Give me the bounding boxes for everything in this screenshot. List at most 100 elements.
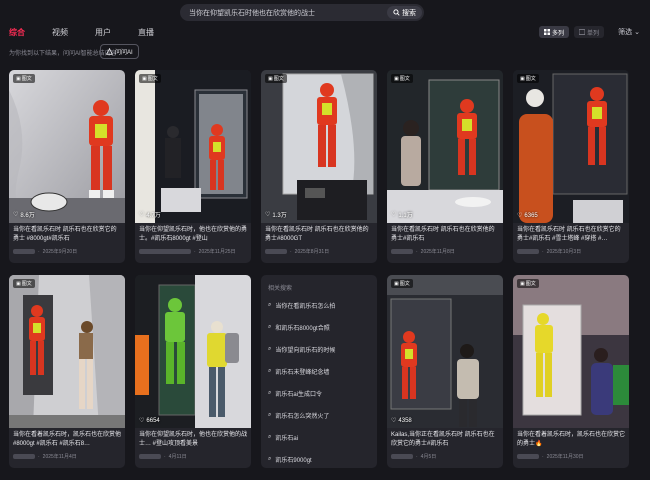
related-search-item[interactable]: ⌕ 和凯乐石8000gt合照: [268, 323, 370, 332]
image-post-tag: ▣ 图文: [265, 74, 287, 83]
multi-column-button[interactable]: 多列: [538, 26, 569, 38]
grid-icon: [543, 29, 550, 35]
heart-icon: ♡: [517, 213, 523, 219]
result-card[interactable]: ▣ 图文 ♡ 1.3万 当你在看凯乐石时 凯乐石也在欣赏他的勇士#8000GT · 2…: [261, 70, 377, 263]
card-title[interactable]: 当你在看着凯乐石时，凯乐石也在欣赏它的勇士🔥: [513, 428, 629, 451]
search-input[interactable]: [180, 4, 387, 21]
likes-value: 1.3万: [272, 213, 287, 219]
related-search-label: 当你望向凯乐石的时候: [275, 348, 336, 354]
filter-tabs: 综合 视频 用户 直播: [9, 27, 181, 38]
single-column-button[interactable]: 单列: [573, 26, 604, 38]
card-title[interactable]: Kailas,当你正在看凯乐石时 凯乐石也在欣赏它的勇士#凯乐石: [387, 428, 503, 451]
tab-all[interactable]: 综合: [9, 27, 25, 38]
heart-icon: ♡: [139, 418, 145, 424]
image-icon: ▣: [16, 75, 21, 82]
card-thumbnail[interactable]: ▣ 图文 ♡ 6365: [513, 70, 629, 223]
list-icon: [578, 29, 585, 35]
search-icon: ⌕: [268, 368, 272, 374]
post-date: 4月11日: [168, 454, 187, 460]
result-card[interactable]: ▣ 图文 ♡ 6365 当你在看凯乐石时 凯乐石也在欣赏它的勇士#凯乐石 #雪士塔峰…: [513, 70, 629, 263]
image-post-tag: ▣ 图文: [13, 279, 35, 288]
card-title[interactable]: 当你在看着凯乐石时，凯乐石也在欣赏他 #8000gt #凯乐石 #凯乐石8…: [9, 428, 125, 451]
post-date: 2025年11月4日: [42, 454, 77, 460]
author-avatar[interactable]: [139, 249, 191, 254]
author-avatar[interactable]: [13, 249, 35, 254]
tab-video[interactable]: 视频: [52, 27, 68, 38]
result-card[interactable]: ▣ 图文 ♡ 4358 Kailas,当你正在看凯乐石时 凯乐石也在欣赏它的勇士#凯…: [387, 275, 503, 468]
card-title[interactable]: 当你在看凯乐石时 凯乐石也在欣赏它的勇士#凯乐石 #雪士塔峰 #穿搭 #…: [513, 223, 629, 246]
related-search-item[interactable]: ⌕ 凯乐石9000gt: [268, 455, 370, 464]
card-title[interactable]: 当你在看凯乐石时 凯乐石也在欣赏他的勇士#凯乐石: [387, 223, 503, 246]
post-date: 2025年10月3日: [546, 249, 582, 255]
likes-value: 4358: [398, 417, 412, 424]
related-search-item[interactable]: ⌕ 凯乐石未登峰纪念墙: [268, 367, 370, 376]
likes-value: 1.1万: [398, 213, 413, 219]
card-thumbnail[interactable]: ▣ 图文 ♡ 4358: [387, 275, 503, 428]
post-date: 2025年8月31日: [294, 249, 330, 255]
author-avatar[interactable]: [139, 454, 161, 459]
tab-live[interactable]: 直播: [138, 27, 154, 38]
author-avatar[interactable]: [517, 249, 539, 254]
author-avatar[interactable]: [391, 454, 413, 459]
card-thumbnail[interactable]: ▣ 图文 ♡ 8.6万: [9, 70, 125, 223]
filter-button[interactable]: 筛选 ⌄: [618, 27, 640, 37]
result-card[interactable]: ▣ 图文 ♡ 4.7万 当你在仰望凯乐石时，他也在欣赏他的勇士。#凯乐石8000gt…: [135, 70, 251, 263]
card-meta: · 2025年10月3日: [513, 246, 629, 257]
tab-user[interactable]: 用户: [95, 27, 111, 38]
result-card[interactable]: ▣ 图文 ♡ 8.6万 当你在看凯乐石时 凯乐石也在欣赏它的勇士 #8000gt#凯…: [9, 70, 125, 263]
image-post-tag: ▣ 图文: [391, 74, 413, 83]
like-count: ♡ 4.7万: [139, 210, 161, 219]
card-thumbnail[interactable]: ♡ 6654: [135, 275, 251, 428]
search-icon: ⌕: [268, 324, 272, 330]
heart-icon: ♡: [139, 212, 145, 218]
card-thumbnail[interactable]: ▣ 图文 ♡ 1.1万: [387, 70, 503, 223]
card-title[interactable]: 当你在看凯乐石时 凯乐石也在欣赏它的勇士 #8000gt#凯乐石: [9, 223, 125, 246]
result-card[interactable]: ▣ 图文 当你在看着凯乐石时，凯乐石也在欣赏他 #8000gt #凯乐石 #凯乐石…: [9, 275, 125, 468]
related-search-label: 凯乐石9000gt: [275, 458, 312, 464]
single-column-label: 单列: [586, 30, 599, 37]
tag-label: 图文: [399, 76, 410, 82]
search-icon: [393, 9, 400, 16]
related-searches-panel: 相关搜索 ⌕ 当你在看凯乐石怎么拍 ⌕ 和凯乐石8000gt合照 ⌕ 当你望向凯乐石的…: [261, 275, 377, 468]
author-avatar[interactable]: [13, 454, 35, 459]
like-count: ♡ 4358: [391, 417, 412, 425]
related-search-item[interactable]: ⌕ 凯乐石ai生成口令: [268, 389, 370, 398]
card-title[interactable]: 当你在仰望凯乐石时，他也在欣赏他的战士… #登山攻顶看美景: [135, 428, 251, 451]
heart-icon: ♡: [391, 212, 397, 218]
tag-label: 图文: [147, 76, 158, 82]
related-search-item[interactable]: ⌕ 凯乐石ai: [268, 433, 370, 442]
post-date: 2025年11月25日: [198, 249, 236, 255]
related-search-item[interactable]: ⌕ 当你望向凯乐石的时候: [268, 345, 370, 354]
card-thumbnail[interactable]: ▣ 图文 ♡ 4.7万: [135, 70, 251, 223]
card-thumbnail[interactable]: ▣ 图文 ♡ 1.3万: [261, 70, 377, 223]
related-search-item[interactable]: ⌕ 当你在看凯乐石怎么拍: [268, 301, 370, 310]
card-meta: · 2025年11月4日: [9, 451, 125, 462]
ai-icon: [106, 48, 113, 55]
image-post-tag: ▣ 图文: [517, 279, 539, 288]
result-card[interactable]: ▣ 图文 ♡ 1.1万 当你在看凯乐石时 凯乐石也在欣赏他的勇士#凯乐石 · 2025…: [387, 70, 503, 263]
author-avatar[interactable]: [517, 454, 539, 459]
card-title[interactable]: 当你在仰望凯乐石时，他也在欣赏他的勇士。#凯乐石8000gt #登山: [135, 223, 251, 246]
tag-label: 图文: [273, 76, 284, 82]
card-meta: · 2025年9月20日: [9, 246, 125, 257]
card-thumbnail[interactable]: ▣ 图文: [513, 275, 629, 428]
card-thumbnail[interactable]: ▣ 图文: [9, 275, 125, 428]
chevron-down-icon: ⌄: [634, 29, 640, 36]
post-date: 2025年11月8日: [420, 249, 455, 255]
likes-value: 6654: [146, 417, 160, 424]
author-avatar[interactable]: [391, 249, 413, 254]
author-avatar[interactable]: [265, 249, 287, 254]
post-date: 4月5日: [420, 454, 437, 460]
result-card[interactable]: ▣ 图文 当你在看着凯乐石时，凯乐石也在欣赏它的勇士🔥 · 2025年11月30日: [513, 275, 629, 468]
tag-label: 图文: [21, 281, 32, 287]
results-grid: ▣ 图文 ♡ 8.6万 当你在看凯乐石时 凯乐石也在欣赏它的勇士 #8000gt#凯…: [9, 70, 633, 468]
card-title[interactable]: 当你在看凯乐石时 凯乐石也在欣赏他的勇士#8000GT: [261, 223, 377, 246]
like-count: ♡ 8.6万: [13, 210, 35, 219]
related-search-label: 凯乐石怎么突然火了: [275, 414, 330, 420]
search-button[interactable]: 搜索: [387, 6, 422, 19]
related-search-item[interactable]: ⌕ 凯乐石怎么突然火了: [268, 411, 370, 420]
result-card[interactable]: ♡ 6654 当你在仰望凯乐石时，他也在欣赏他的战士… #登山攻顶看美景 · 4月1…: [135, 275, 251, 468]
image-icon: ▣: [520, 280, 525, 287]
like-count: ♡ 6365: [517, 212, 538, 220]
ask-ai-button[interactable]: 问问AI: [100, 44, 139, 59]
